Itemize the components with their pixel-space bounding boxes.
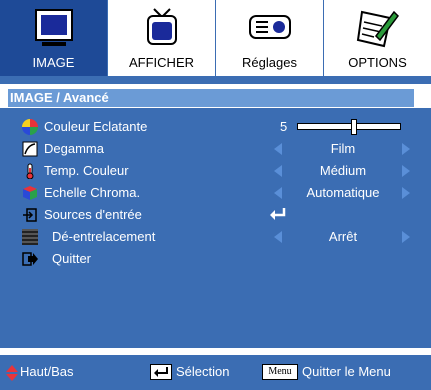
menu-item-label: Quitter xyxy=(52,251,92,266)
breadcrumb: IMAGE / Avancé xyxy=(8,89,414,107)
tab-image-label: IMAGE xyxy=(32,55,75,70)
enter-key-icon xyxy=(150,364,172,380)
menu-item-label: Sources d'entrée xyxy=(44,207,142,222)
footer-nav-hint: Haut/Bas xyxy=(20,364,74,379)
menu-item-value: Arrêt xyxy=(328,229,358,244)
tab-reglages[interactable]: Réglages xyxy=(216,0,324,76)
color-cube-icon xyxy=(23,186,37,200)
left-arrow-icon[interactable] xyxy=(274,143,282,155)
input-source-icon xyxy=(23,208,37,222)
footer-quit-hint: Quitter le Menu xyxy=(302,364,391,379)
tab-bar: IMAGE AFFICHER Réglages OPTIONS xyxy=(0,0,431,84)
menu-key-icon: Menu xyxy=(262,364,298,380)
tab-options[interactable]: OPTIONS xyxy=(324,0,431,76)
tab-image[interactable]: IMAGE xyxy=(0,0,108,76)
tab-afficher[interactable]: AFFICHER xyxy=(108,0,216,76)
menu-item-label: Temp. Couleur xyxy=(44,163,129,178)
left-arrow-icon[interactable] xyxy=(274,165,282,177)
right-arrow-icon[interactable] xyxy=(402,143,410,155)
menu-item-label: Dé-entrelacement xyxy=(52,229,156,244)
menu-item-label: Echelle Chroma. xyxy=(44,185,141,200)
menu-item-value: Médium xyxy=(319,163,367,178)
menu-item-label: Couleur Eclatante xyxy=(44,119,148,134)
right-arrow-icon[interactable] xyxy=(402,231,410,243)
footer-bar: Haut/Bas Sélection Menu Quitter le Menu xyxy=(0,355,431,390)
menu-item-value: Film xyxy=(330,141,356,156)
menu-item-label: Degamma xyxy=(44,141,104,156)
left-arrow-icon[interactable] xyxy=(274,187,282,199)
right-arrow-icon[interactable] xyxy=(402,187,410,199)
menu-item-couleur-eclatante[interactable]: Couleur Eclatante 5 xyxy=(0,116,431,138)
menu-item-degamma[interactable]: Degamma Film xyxy=(0,138,431,160)
menu-item-sources-entree[interactable]: Sources d'entrée xyxy=(0,204,431,226)
slider-value: 5 xyxy=(280,119,288,134)
menu-item-quitter[interactable]: Quitter xyxy=(0,248,431,270)
tab-afficher-label: AFFICHER xyxy=(129,55,194,70)
menu-item-value: Automatique xyxy=(306,185,380,200)
footer-select-hint: Sélection xyxy=(176,364,230,379)
tab-options-label: OPTIONS xyxy=(348,55,407,70)
menu-panel: Couleur Eclatante 5 Degamma Film Temp. C… xyxy=(0,108,431,348)
projector-icon xyxy=(248,15,291,39)
right-arrow-icon[interactable] xyxy=(402,165,410,177)
gamma-curve-icon xyxy=(22,141,38,157)
enter-icon[interactable] xyxy=(268,207,288,221)
thermometer-icon xyxy=(26,163,34,179)
projector-osd-menu: IMAGE AFFICHER Réglages OPTIONS IMAGE / … xyxy=(0,0,431,390)
menu-item-de-entrelacement[interactable]: Dé-entrelacement Arrêt xyxy=(0,226,431,248)
slider-knob[interactable] xyxy=(351,119,357,135)
color-wheel-icon xyxy=(22,119,38,135)
exit-icon xyxy=(22,252,38,266)
couleur-eclatante-slider[interactable] xyxy=(297,119,401,135)
menu-item-temp-couleur[interactable]: Temp. Couleur Médium xyxy=(0,160,431,182)
deinterlace-icon xyxy=(22,229,38,245)
monitor-icon xyxy=(34,9,73,46)
menu-item-echelle-chroma[interactable]: Echelle Chroma. Automatique xyxy=(0,182,431,204)
left-arrow-icon[interactable] xyxy=(274,231,282,243)
up-down-arrow-icon xyxy=(6,365,18,381)
tab-reglages-label: Réglages xyxy=(242,55,297,70)
tv-icon xyxy=(146,8,177,45)
notepad-pencil-icon xyxy=(356,10,399,48)
